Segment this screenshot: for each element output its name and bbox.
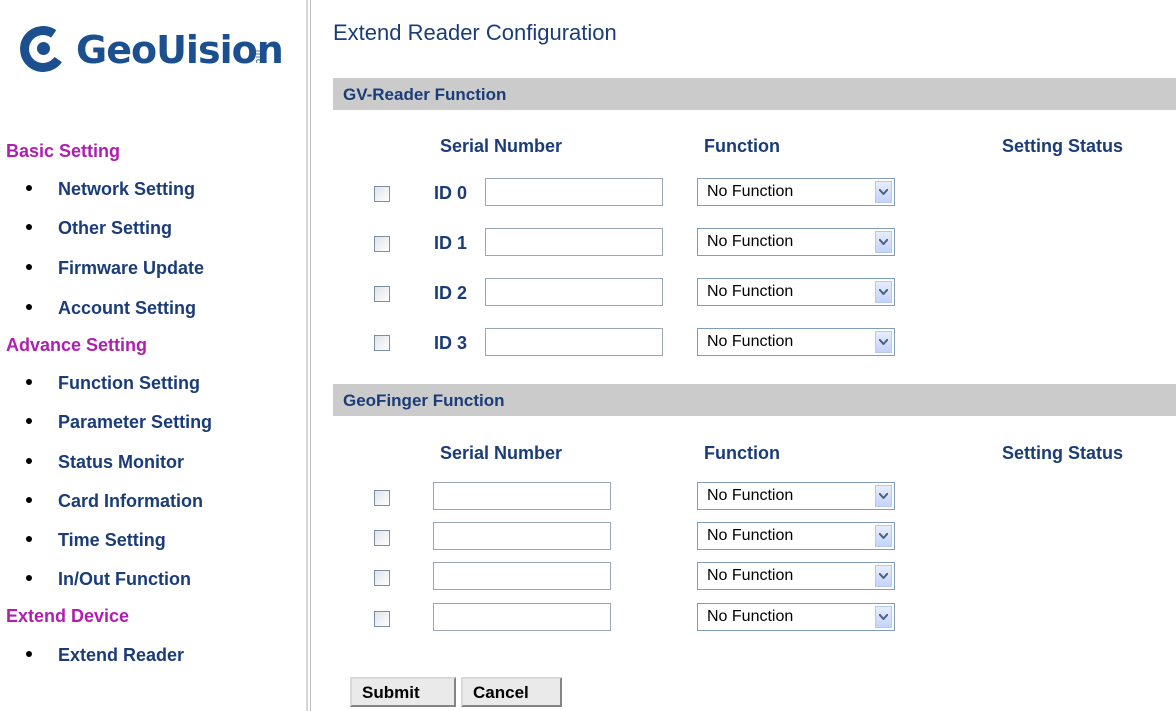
chevron-down-icon[interactable] — [875, 331, 892, 353]
bullet-icon — [26, 418, 32, 425]
sidebar-item-card-information[interactable]: Card Information — [26, 491, 203, 512]
sidebar-item-parameter-setting[interactable]: Parameter Setting — [26, 412, 212, 433]
logo-text: GeoUision — [76, 28, 284, 72]
geofinger-function-select[interactable]: No Function — [697, 482, 895, 510]
gv-reader-checkbox[interactable] — [374, 286, 390, 302]
logo-dot-icon — [37, 42, 50, 55]
bullet-icon — [26, 458, 32, 465]
bullet-icon — [26, 379, 32, 386]
bullet-icon — [26, 185, 32, 192]
sidebar: GeoUision inc Basic Setting Network Sett… — [0, 0, 304, 711]
sidebar-item-account-setting[interactable]: Account Setting — [26, 298, 196, 319]
bullet-icon — [26, 651, 32, 658]
gv-reader-function-select[interactable]: No Function — [697, 178, 895, 206]
gv-reader-serial-input[interactable] — [485, 178, 663, 206]
chevron-down-icon[interactable] — [875, 525, 892, 547]
chevron-down-icon[interactable] — [875, 485, 892, 507]
sidebar-item-firmware-update[interactable]: Firmware Update — [26, 258, 204, 279]
gv-reader-checkbox[interactable] — [374, 186, 390, 202]
gv-reader-checkbox[interactable] — [374, 335, 390, 351]
sidebar-item-function-setting[interactable]: Function Setting — [26, 373, 200, 394]
geofinger-function-select[interactable]: No Function — [697, 522, 895, 550]
geofinger-function-header: Function — [704, 443, 780, 463]
chevron-down-icon[interactable] — [875, 281, 892, 303]
gv-reader-serial-input[interactable] — [485, 228, 663, 256]
gv-reader-section-header: GV-Reader Function — [333, 78, 1176, 110]
menu-heading-extend-device: Extend Device — [6, 606, 130, 626]
frame-divider[interactable] — [304, 0, 314, 711]
geofinger-serial-input[interactable] — [433, 482, 611, 510]
gv-reader-checkbox[interactable] — [374, 236, 390, 252]
gv-reader-function-header: Function — [704, 136, 780, 156]
menu-heading-basic-setting: Basic Setting — [6, 141, 121, 161]
geofinger-serial-number-header: Serial Number — [440, 443, 563, 463]
geovision-logo: GeoUision inc — [16, 22, 290, 82]
sidebar-item-other-setting[interactable]: Other Setting — [26, 218, 172, 239]
chevron-down-icon[interactable] — [875, 606, 892, 628]
gv-reader-serial-number-header: Serial Number — [440, 136, 563, 156]
geofinger-checkbox[interactable] — [374, 490, 390, 506]
geofinger-checkbox[interactable] — [374, 570, 390, 586]
gv-reader-id-label: ID 3 — [434, 333, 468, 353]
gv-reader-function-select[interactable]: No Function — [697, 278, 895, 306]
geofinger-serial-input[interactable] — [433, 562, 611, 590]
page-title: Extend Reader Configuration — [333, 20, 617, 45]
gv-reader-setting-status-header: Setting Status — [1002, 136, 1124, 156]
bullet-icon — [26, 536, 32, 543]
submit-button[interactable]: Submit — [350, 677, 456, 707]
cancel-button[interactable]: Cancel — [461, 677, 562, 707]
geofinger-setting-status-header: Setting Status — [1002, 443, 1124, 463]
geofinger-section-title: GeoFinger Function — [343, 391, 505, 410]
sidebar-item-time-setting[interactable]: Time Setting — [26, 530, 166, 551]
geofinger-checkbox[interactable] — [374, 530, 390, 546]
bullet-icon — [26, 575, 32, 582]
gv-reader-function-select[interactable]: No Function — [697, 228, 895, 256]
geofinger-checkbox[interactable] — [374, 611, 390, 627]
chevron-down-icon[interactable] — [875, 231, 892, 253]
gv-reader-function-select[interactable]: No Function — [697, 328, 895, 356]
gv-reader-id-label: ID 0 — [434, 183, 468, 203]
geofinger-function-select[interactable]: No Function — [697, 603, 895, 631]
sidebar-item-network-setting[interactable]: Network Setting — [26, 179, 195, 200]
geofinger-serial-input[interactable] — [433, 522, 611, 550]
geofinger-function-select[interactable]: No Function — [697, 562, 895, 590]
chevron-down-icon[interactable] — [875, 565, 892, 587]
gv-reader-serial-input[interactable] — [485, 328, 663, 356]
bullet-icon — [26, 304, 32, 311]
logo-inc: inc — [254, 50, 264, 65]
sidebar-item-status-monitor[interactable]: Status Monitor — [26, 452, 184, 473]
menu-heading-advance-setting: Advance Setting — [6, 335, 148, 355]
bullet-icon — [26, 497, 32, 504]
sidebar-item-in-out-function[interactable]: In/Out Function — [26, 569, 191, 590]
bullet-icon — [26, 224, 32, 231]
geofinger-serial-input[interactable] — [433, 603, 611, 631]
chevron-down-icon[interactable] — [875, 181, 892, 203]
sidebar-item-extend-reader[interactable]: Extend Reader — [26, 645, 184, 666]
gv-reader-serial-input[interactable] — [485, 278, 663, 306]
gv-reader-id-label: ID 2 — [434, 283, 468, 303]
geofinger-section-header: GeoFinger Function — [333, 384, 1176, 416]
bullet-icon — [26, 264, 32, 271]
gv-reader-section-title: GV-Reader Function — [343, 85, 507, 104]
gv-reader-id-label: ID 1 — [434, 233, 468, 253]
